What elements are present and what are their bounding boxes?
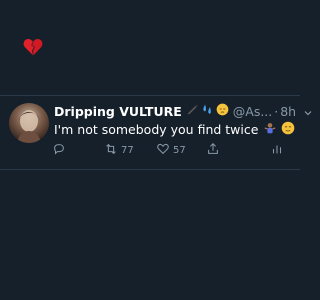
retweet-icon [104, 142, 118, 159]
sweat-droplets-icon [201, 103, 214, 119]
relieved-face-icon [281, 121, 295, 138]
reply-button[interactable] [52, 142, 69, 159]
analytics-button[interactable] [270, 142, 284, 159]
pensive-face-icon [216, 103, 229, 119]
share-button[interactable] [206, 142, 220, 159]
broken-heart-icon [22, 36, 44, 58]
analytics-icon [270, 142, 284, 159]
tweet-card[interactable]: Dripping VULTURE @As... · 8h I'm not som… [0, 96, 312, 168]
tweet-text: I'm not somebody you find twice [54, 121, 295, 138]
name-emojis [186, 103, 229, 119]
like-count: 57 [173, 145, 186, 156]
retweet-count: 77 [121, 145, 134, 156]
avatar[interactable] [9, 103, 49, 143]
heart-icon [156, 142, 170, 159]
separator: · [274, 103, 279, 119]
page: Dripping VULTURE @As... · 8h I'm not som… [0, 0, 312, 300]
tweet-text-content: I'm not somebody you find twice [54, 122, 259, 137]
person-shrugging-icon [263, 121, 277, 138]
chevron-down-icon[interactable] [303, 106, 313, 116]
like-button[interactable]: 57 [156, 142, 186, 159]
bird-icon [186, 103, 199, 119]
text-emojis [263, 121, 295, 138]
retweet-button[interactable]: 77 [104, 142, 134, 159]
timestamp[interactable]: 8h [280, 104, 296, 119]
reply-icon [52, 142, 66, 159]
tweet-header: Dripping VULTURE @As... · 8h [54, 102, 312, 120]
tweet-actions: 77 57 [0, 142, 300, 158]
handle[interactable]: @As... [233, 104, 272, 119]
share-icon [206, 142, 220, 159]
divider-bottom [0, 169, 300, 170]
display-name[interactable]: Dripping VULTURE [54, 104, 182, 119]
